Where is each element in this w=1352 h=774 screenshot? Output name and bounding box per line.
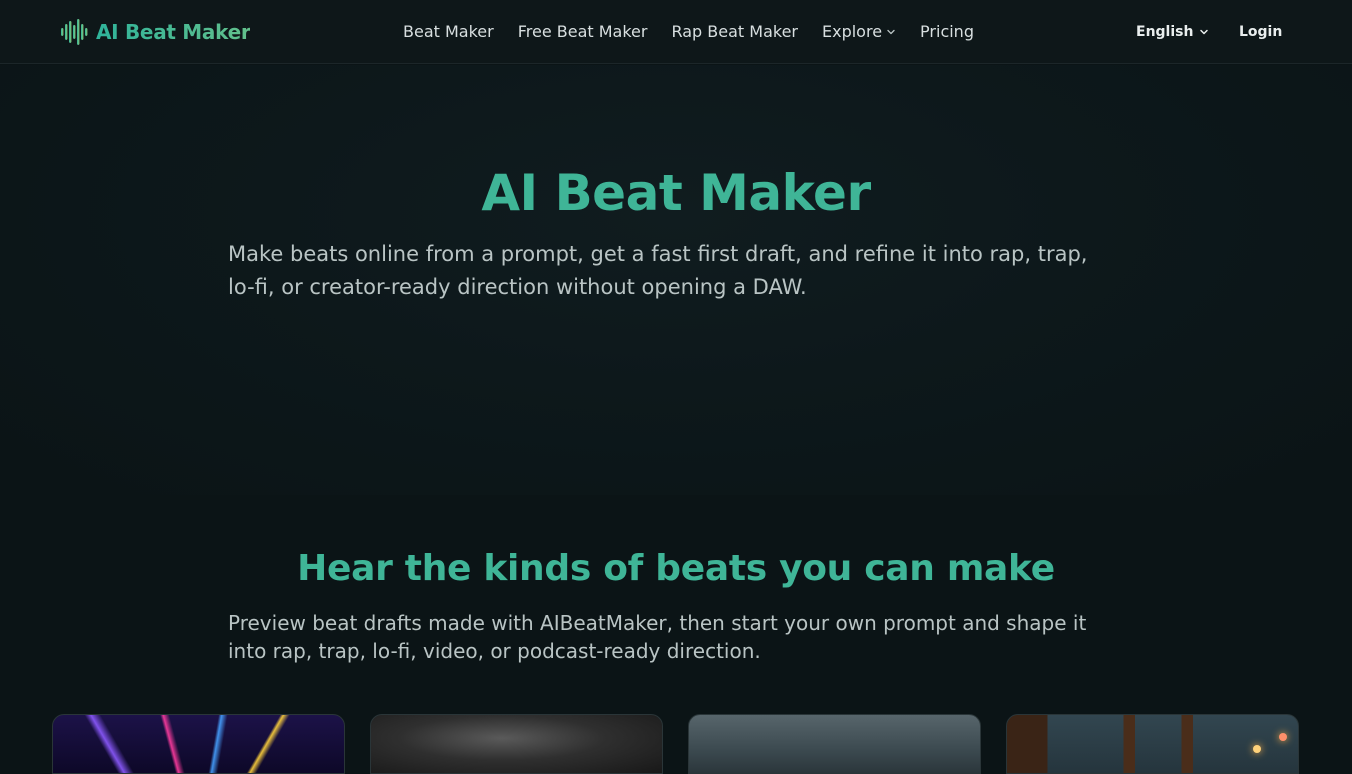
language-label: English bbox=[1136, 24, 1194, 40]
chevron-down-icon bbox=[1200, 29, 1209, 35]
nav-explore-dropdown[interactable]: Explore bbox=[822, 20, 896, 44]
hero-subtitle: Make beats online from a prompt, get a f… bbox=[228, 242, 1088, 299]
nav-link-beat-maker[interactable]: Beat Maker bbox=[403, 20, 494, 44]
language-selector[interactable]: English bbox=[1136, 22, 1209, 42]
beat-card-overcast-landscape-image[interactable] bbox=[688, 714, 981, 774]
login-button[interactable]: Login bbox=[1239, 22, 1282, 42]
beat-card-dark-storm-clouds-image[interactable] bbox=[370, 714, 663, 774]
hero-title: AI Beat Maker bbox=[481, 164, 871, 222]
chevron-down-icon bbox=[887, 29, 895, 35]
nav-link-pricing[interactable]: Pricing bbox=[920, 20, 974, 44]
nav-link-free-beat-maker[interactable]: Free Beat Maker bbox=[518, 20, 648, 44]
hero-section: AI Beat Maker Make beats online from a p… bbox=[0, 65, 1352, 495]
nav-link-rap-beat-maker[interactable]: Rap Beat Maker bbox=[671, 20, 798, 44]
beat-card-rainy-city-window-image[interactable] bbox=[1006, 714, 1299, 774]
nav-explore-label: Explore bbox=[822, 22, 883, 41]
window-light-decoration bbox=[1279, 733, 1287, 741]
waveform-icon bbox=[61, 19, 88, 45]
beat-card-neon-laser-concert-image[interactable] bbox=[52, 714, 345, 774]
main-nav: Beat Maker Free Beat Maker Rap Beat Make… bbox=[403, 20, 974, 44]
window-light-decoration bbox=[1253, 745, 1261, 753]
brand-logo-link[interactable]: AI Beat Maker bbox=[61, 19, 251, 45]
brand-name: AI Beat Maker bbox=[96, 20, 251, 44]
top-navbar: AI Beat Maker Beat Maker Free Beat Maker… bbox=[0, 0, 1352, 64]
showcase-title: Hear the kinds of beats you can make bbox=[297, 548, 1055, 589]
showcase-subtitle: Preview beat drafts made with AIBeatMake… bbox=[228, 611, 1087, 663]
